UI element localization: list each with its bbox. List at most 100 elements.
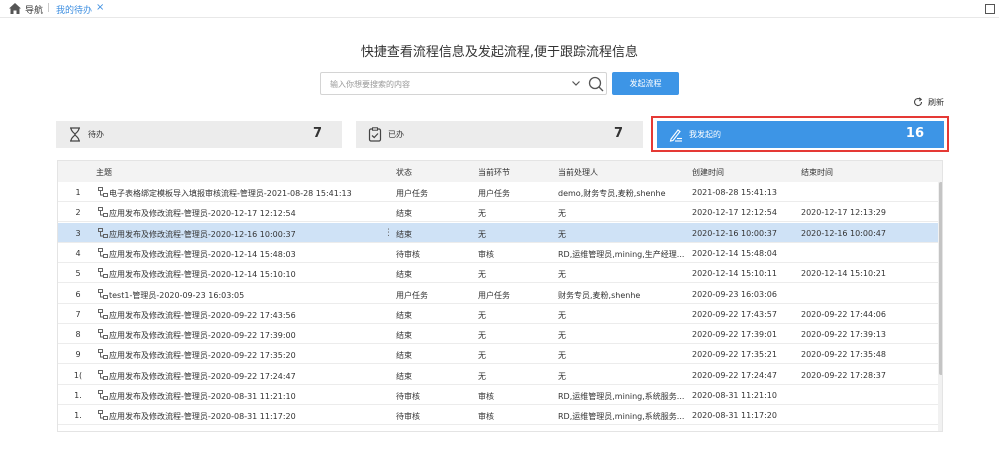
row-created: 2021-08-28 15:41:13 [692,188,777,197]
flow-icon [98,329,108,340]
row-subject: 应用发布及修改流程-管理员-2020-09-22 17:39:00 [109,331,296,341]
row-node: 无 [478,371,486,381]
card-todo-label: 待办 [88,130,104,139]
header-state[interactable]: 状态 [396,167,412,178]
header-handler[interactable]: 当前处理人 [558,167,598,178]
table-row[interactable]: 1. 应用发布及修改流程-管理员-2020-08-31 11:17:20 待审核 审核… [58,405,938,426]
row-created: 2020-09-22 17:39:01 [692,330,777,340]
card-done-count: 7 [613,126,623,141]
row-created: 2020-12-17 12:12:54 [692,208,777,218]
row-created: 2020-09-22 17:43:57 [692,309,777,319]
nav-label[interactable]: 导航 [25,3,43,16]
row-created: 2020-12-14 15:10:11 [692,269,777,279]
tab-my-todo[interactable]: 我的待办 [56,3,92,16]
start-process-button[interactable]: 发起流程 [612,72,679,95]
flow-icon [98,187,108,197]
process-table: 主题 状态 当前环节 当前处理人 创建时间 结束时间 1 电子表格绑定模板导入填报… [57,160,943,432]
search-box[interactable] [320,72,607,95]
row-state: 用户任务 [396,189,428,198]
table-row[interactable]: 1(应用发布及修改流程-管理员-2020-09-22 17:24:47 结束 无 无 2… [58,365,938,385]
flow-icon [98,369,108,380]
row-subject: 应用发布及修改流程-管理员-2020-09-22 17:35:20 [109,351,296,361]
row-state: 结束 [396,310,412,320]
table-row[interactable]: 1 电子表格绑定模板导入填报审核流程-管理员-2021-08-28 15:41:1… [58,182,938,202]
table-row[interactable]: 8 应用发布及修改流程-管理员-2020-09-22 17:39:00 结束 无 无 20… [58,324,938,345]
row-subject: 应用发布及修改流程-管理员-2020-09-22 17:43:56 [109,310,296,320]
clipboard-check-icon [368,127,382,142]
flow-icon [98,349,108,360]
row-node: 无 [478,331,486,341]
chevron-down-icon[interactable] [571,78,581,88]
search-icon[interactable] [588,76,604,92]
flow-icon [98,268,108,279]
row-handler: RD,运维管理员,mining,系统服务... [558,392,685,401]
table-row[interactable]: 4 应用发布及修改流程-管理员-2020-12-14 15:48:03 待审核 审核 R… [58,243,938,263]
row-created: 2020-08-31 11:17:20 [692,411,777,421]
scrollbar-thumb[interactable] [939,182,942,375]
row-number: 4 [75,248,81,258]
row-state: 结束 [396,270,412,280]
row-number: 6 [75,289,81,299]
table-row[interactable]: 1. 应用发布及修改流程-管理员-2020-08-31 11:21:10 待审核 审核… [58,385,938,405]
row-state: 用户任务 [396,290,428,300]
header-created[interactable]: 创建时间 [692,167,724,178]
flow-icon [98,308,108,319]
header-ended[interactable]: 结束时间 [801,167,833,178]
row-handler: RD,运维管理员,mining,系统服务... [558,412,685,422]
row-number: 9 [75,350,81,360]
row-created: 2020-09-22 17:24:47 [692,370,777,380]
maximize-icon[interactable] [985,4,995,14]
flow-icon [98,207,108,218]
card-todo[interactable]: 待办 7 [56,121,342,148]
row-subject: 应用发布及修改流程-管理员-2020-09-22 17:24:47 [109,371,296,381]
card-todo-count: 7 [312,126,322,141]
table-row[interactable]: 2 应用发布及修改流程-管理员-2020-12-17 12:12:54 结束 无 无 20… [58,202,938,223]
vertical-scrollbar[interactable] [938,182,942,431]
row-menu-icon[interactable]: ⋮ [384,228,393,238]
refresh-icon[interactable] [913,97,923,107]
row-handler: 无 [558,331,566,341]
row-node: 无 [478,209,486,219]
row-subject: 电子表格绑定模板导入填报审核流程-管理员-2021-08-28 15:41:13 [109,189,352,198]
page-title: 快捷查看流程信息及发起流程,便于跟踪流程信息 [360,45,639,60]
row-ended: 2020-09-22 17:35:48 [801,350,886,360]
flow-icon [98,227,108,238]
flow-icon [98,288,108,299]
header-node[interactable]: 当前环节 [478,167,510,178]
row-created: 2020-09-22 17:35:21 [692,350,777,360]
table-row[interactable]: 5 应用发布及修改流程-管理员-2020-12-14 15:10:10 结束 无 无 20… [58,263,938,284]
row-state: 结束 [396,209,412,219]
row-node: 审核 [478,249,494,259]
row-created: 2020-09-23 16:03:06 [692,289,777,299]
hourglass-icon [70,127,80,142]
highlight-frame [651,116,949,152]
row-node: 用户任务 [478,189,510,198]
row-node: 无 [478,351,486,361]
row-handler: RD,运维管理员,mining,生产经理... [558,249,685,259]
card-done[interactable]: 已办 7 [356,121,643,148]
row-ended: 2020-09-22 17:44:06 [801,309,886,319]
refresh-button[interactable]: 刷新 [928,97,944,108]
row-ended: 2020-09-22 17:39:13 [801,330,886,340]
row-subject: 应用发布及修改流程-管理员-2020-08-31 11:17:20 [109,412,296,422]
row-handler: 无 [558,270,566,280]
table-row[interactable]: 7 应用发布及修改流程-管理员-2020-09-22 17:43:56 结束 无 无 20… [58,304,938,324]
row-number: 5 [75,269,81,279]
table-row[interactable]: 6 test1-管理员-2020-09-23 16:03:05 用户任务 用户任务 财务… [58,284,938,304]
flow-icon [98,390,108,400]
close-icon[interactable]: × [96,2,104,13]
row-handler: 无 [558,310,566,320]
table-row[interactable]: 3 应用发布及修改流程-管理员-2020-12-16 10:00:37 结束 无 无 20… [58,222,938,243]
home-icon[interactable] [9,3,21,14]
row-created: 2020-08-31 11:21:10 [692,391,777,400]
row-ended: 2020-12-16 10:00:47 [801,228,886,238]
row-handler: demo,财务专员,麦粉,shenhe [558,189,666,198]
row-ended: 2020-12-14 15:10:21 [801,269,886,279]
row-node: 审核 [478,412,494,422]
row-number: 3 [75,228,81,238]
search-input[interactable] [330,77,560,91]
row-state: 结束 [396,229,412,239]
table-row[interactable]: 9 应用发布及修改流程-管理员-2020-09-22 17:35:20 结束 无 无 20… [58,344,938,365]
row-number: 1. [74,391,82,400]
header-subject[interactable]: 主题 [96,167,112,178]
